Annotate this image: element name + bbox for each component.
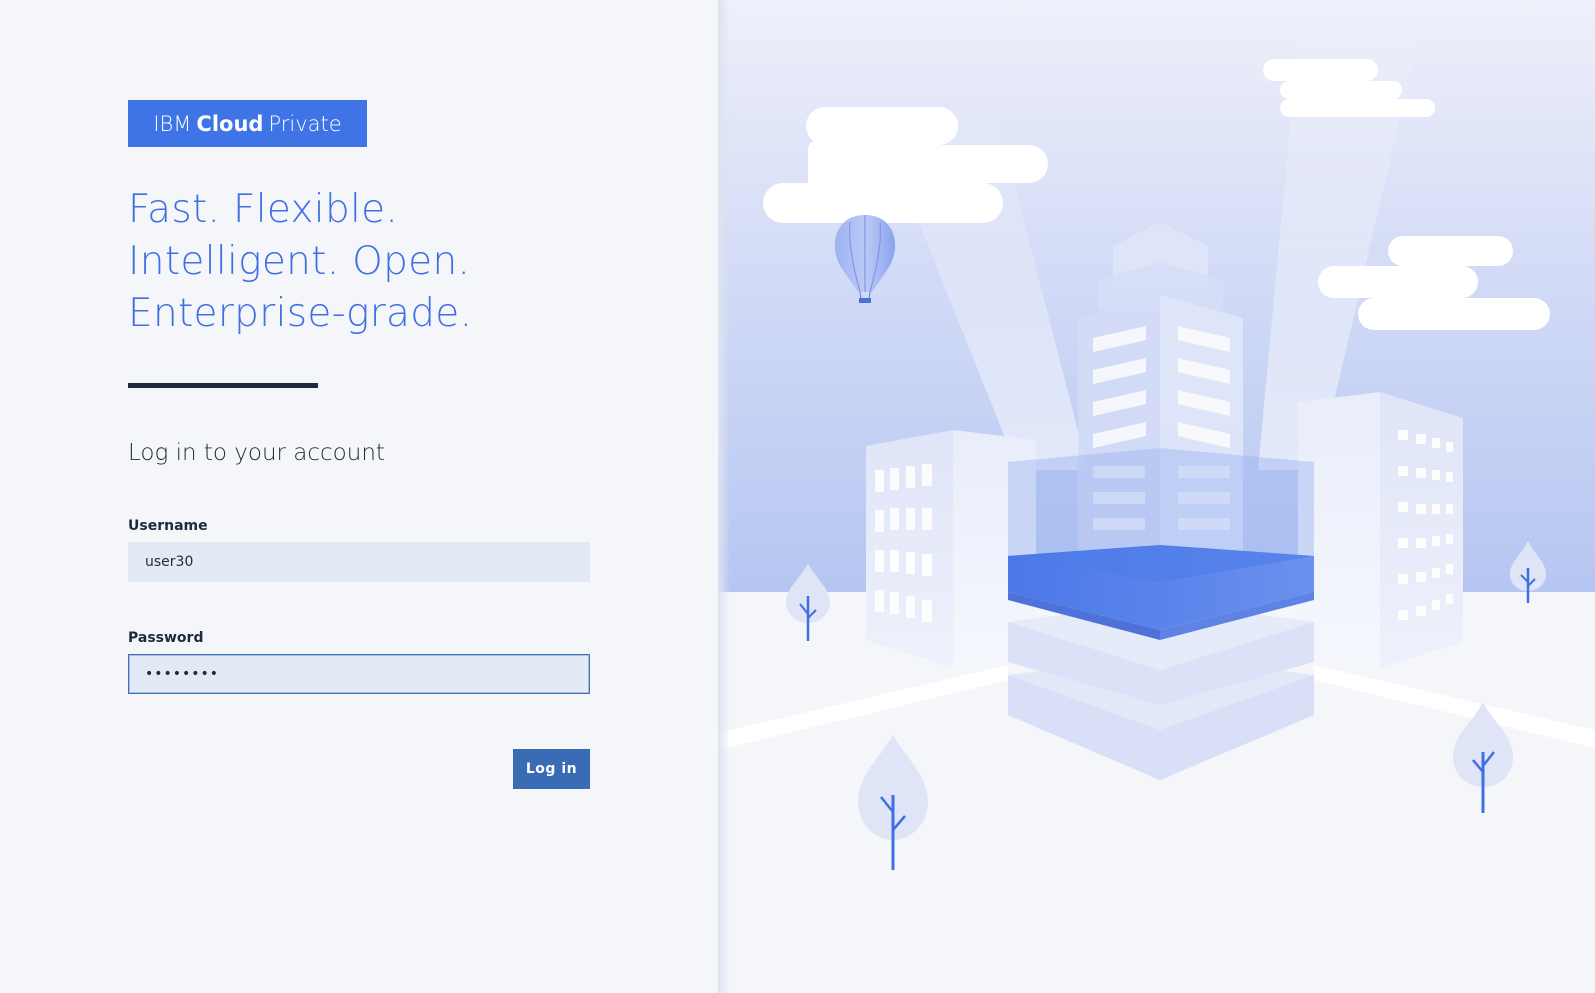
username-label: Username <box>128 518 208 534</box>
building-icon <box>1298 392 1463 668</box>
login-button[interactable]: Log in <box>513 749 590 789</box>
tagline: Fast. Flexible. Intelligent. Open. Enter… <box>128 184 472 340</box>
password-label: Password <box>128 630 204 646</box>
logo-bold: Cloud <box>196 111 264 136</box>
tagline-line-2: Intelligent. Open. <box>128 239 471 284</box>
login-panel: IBM Cloud Private Fast. Flexible. Intell… <box>0 0 718 993</box>
ibm-cloud-private-logo: IBM Cloud Private <box>128 100 367 147</box>
tagline-line-3: Enterprise-grade. <box>128 291 473 336</box>
username-input[interactable] <box>128 542 590 582</box>
illustration-svg <box>718 0 1595 993</box>
panel-divider <box>718 0 730 993</box>
city-illustration <box>718 0 1595 993</box>
heading-divider <box>128 383 318 388</box>
glass-enclosure <box>1008 448 1314 560</box>
login-heading: Log in to your account <box>128 440 385 466</box>
login-page: IBM Cloud Private Fast. Flexible. Intell… <box>0 0 1595 993</box>
password-input[interactable] <box>128 654 590 694</box>
logo-prefix: IBM <box>153 111 192 136</box>
logo-suffix: Private <box>268 111 342 136</box>
tagline-line-1: Fast. Flexible. <box>128 187 399 232</box>
